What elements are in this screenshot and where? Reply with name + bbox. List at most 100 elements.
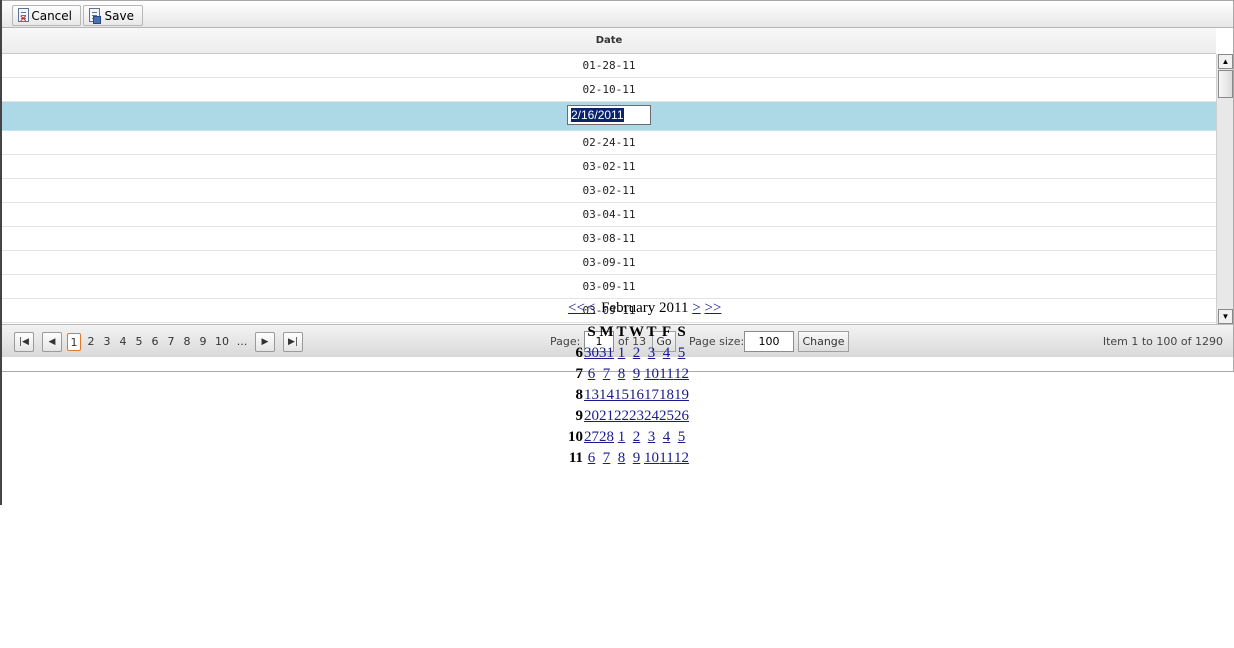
date-cell: 03-02-11 [582, 184, 636, 197]
calendar-day[interactable]: 7 [603, 366, 611, 382]
next-month-link[interactable]: > [692, 300, 700, 316]
page-link-1[interactable]: 1 [67, 333, 81, 351]
week-number: 7 [575, 366, 584, 382]
calendar-day[interactable]: 10 [644, 366, 659, 382]
first-page-icon[interactable]: |◀ [14, 332, 34, 352]
calendar-day[interactable]: 4 [663, 345, 671, 361]
day-header: S [587, 324, 596, 340]
next-page-icon[interactable]: ▶ [255, 332, 275, 352]
calendar-day[interactable]: 30 [584, 345, 599, 361]
calendar-day[interactable]: 24 [644, 408, 659, 424]
save-button[interactable]: Save [83, 5, 143, 26]
table-row[interactable]: 02-10-11 [2, 78, 1216, 102]
calendar-day[interactable]: 26 [674, 408, 689, 424]
scroll-thumb[interactable] [1218, 70, 1233, 98]
calendar-day[interactable]: 12 [674, 366, 689, 382]
date-cell: 03-04-11 [582, 208, 636, 221]
table-row[interactable]: 03-08-11 [2, 227, 1216, 251]
next-year-link[interactable]: >> [704, 300, 721, 316]
calendar-day[interactable]: 27 [584, 429, 599, 445]
page-link-9[interactable]: 9 [198, 333, 208, 351]
grid-rows: 01-28-11 02-10-11 2/16/2011 02-24-11 03-… [2, 54, 1216, 323]
day-header: W [629, 324, 644, 340]
calendar-day[interactable]: 28 [599, 429, 614, 445]
table-row-selected[interactable]: 2/16/2011 [2, 102, 1216, 131]
page-link-4[interactable]: 4 [118, 333, 128, 351]
week-column-header [568, 322, 584, 343]
page-link-5[interactable]: 5 [134, 333, 144, 351]
scroll-up-icon[interactable]: ▲ [1218, 54, 1233, 69]
date-edit-value: 2/16/2011 [571, 108, 624, 122]
calendar-day[interactable]: 6 [588, 450, 596, 466]
calendar-day[interactable]: 14 [599, 387, 614, 403]
date-cell: 02-24-11 [582, 136, 636, 149]
calendar-day[interactable]: 7 [603, 450, 611, 466]
table-row[interactable]: 02-24-11 [2, 131, 1216, 155]
calendar-day[interactable]: 13 [584, 387, 599, 403]
calendar-day[interactable]: 19 [674, 387, 689, 403]
calendar-day[interactable]: 5 [678, 429, 686, 445]
calendar-day[interactable]: 2 [633, 345, 641, 361]
toolbar: ✕ Cancel Save [2, 1, 1233, 28]
page-size-input[interactable]: 100 [744, 331, 794, 352]
date-cell: 03-02-11 [582, 160, 636, 173]
calendar-day[interactable]: 9 [633, 366, 641, 382]
calendar-day[interactable]: 21 [599, 408, 614, 424]
calendar-day[interactable]: 3 [648, 345, 656, 361]
date-edit-input[interactable]: 2/16/2011 [567, 105, 651, 125]
calendar-day[interactable]: 6 [588, 366, 596, 382]
calendar-day[interactable]: 3 [648, 429, 656, 445]
table-row[interactable]: 03-09-11 [2, 275, 1216, 299]
page-link-10[interactable]: 10 [213, 333, 231, 351]
calendar-day[interactable]: 11 [659, 366, 673, 382]
prev-month-link[interactable]: < [587, 300, 595, 316]
page-link-2[interactable]: 2 [86, 333, 96, 351]
calendar-day[interactable]: 23 [629, 408, 644, 424]
table-row[interactable]: 03-04-11 [2, 203, 1216, 227]
calendar-grid: S M T W T F S 6 30 31 1 2 3 4 5 7 6 7 8 … [568, 322, 689, 469]
calendar-day[interactable]: 8 [618, 366, 626, 382]
page-link-7[interactable]: 7 [166, 333, 176, 351]
calendar-day[interactable]: 18 [659, 387, 674, 403]
last-page-icon[interactable]: ▶| [283, 332, 303, 352]
table-row[interactable]: 03-02-11 [2, 179, 1216, 203]
day-header: F [661, 324, 672, 340]
calendar-day[interactable]: 11 [659, 450, 673, 466]
day-header: M [599, 324, 614, 340]
table-row[interactable]: 03-09-11 [2, 251, 1216, 275]
calendar-day[interactable]: 31 [599, 345, 614, 361]
column-header-date[interactable]: Date [2, 28, 1216, 54]
scroll-down-icon[interactable]: ▼ [1218, 309, 1233, 324]
page-link-8[interactable]: 8 [182, 333, 192, 351]
calendar-day[interactable]: 20 [584, 408, 599, 424]
calendar-day[interactable]: 9 [633, 450, 641, 466]
calendar-day[interactable]: 5 [678, 345, 686, 361]
calendar-day[interactable]: 4 [663, 429, 671, 445]
calendar-day[interactable]: 25 [659, 408, 674, 424]
cancel-icon: ✕ [16, 7, 29, 24]
vertical-scrollbar[interactable]: ▲ ▼ [1216, 54, 1233, 324]
calendar-day[interactable]: 16 [629, 387, 644, 403]
calendar-day[interactable]: 8 [618, 450, 626, 466]
save-label: Save [104, 8, 134, 23]
calendar-day[interactable]: 22 [614, 408, 629, 424]
cancel-button[interactable]: ✕ Cancel [12, 5, 81, 26]
calendar-day[interactable]: 12 [674, 450, 689, 466]
calendar-day[interactable]: 17 [644, 387, 659, 403]
table-row[interactable]: 03-02-11 [2, 155, 1216, 179]
page-link-3[interactable]: 3 [102, 333, 112, 351]
calendar-day[interactable]: 1 [618, 429, 626, 445]
date-cell: 03-09-11 [582, 256, 636, 269]
calendar-day[interactable]: 2 [633, 429, 641, 445]
week-number: 11 [568, 450, 583, 466]
date-cell: 01-28-11 [582, 59, 636, 72]
calendar-day[interactable]: 15 [614, 387, 629, 403]
change-button[interactable]: Change [798, 331, 849, 352]
prev-page-icon[interactable]: ◀ [42, 332, 62, 352]
page-link-6[interactable]: 6 [150, 333, 160, 351]
table-row[interactable]: 01-28-11 [2, 54, 1216, 78]
calendar-day[interactable]: 10 [644, 450, 659, 466]
calendar-day[interactable]: 1 [618, 345, 626, 361]
page-link-more[interactable]: ... [235, 333, 249, 351]
prev-year-link[interactable]: << [568, 300, 585, 316]
